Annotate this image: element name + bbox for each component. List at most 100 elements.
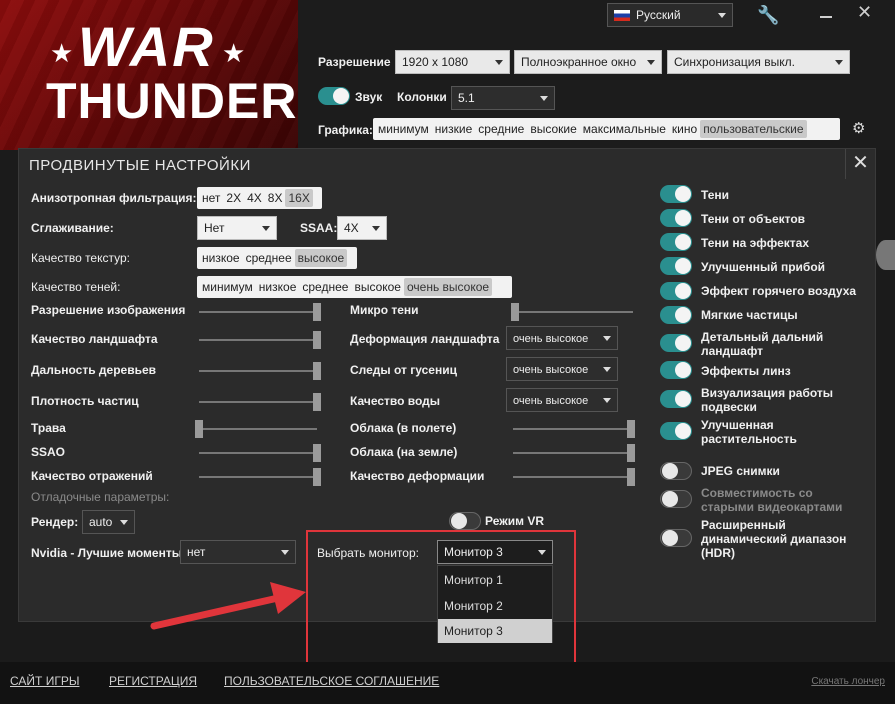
toggle-label: Визуализация работы подвески (701, 386, 834, 414)
shadow-high[interactable]: высокое (351, 278, 404, 296)
toggle-shadows[interactable] (660, 185, 692, 203)
toggle-detailed-terrain[interactable] (660, 334, 692, 352)
chevron-down-icon (603, 336, 611, 341)
preset-custom[interactable]: пользовательские (700, 120, 807, 138)
toggle-hdr[interactable] (660, 529, 692, 547)
user-agreement-link[interactable]: ПОЛЬЗОВАТЕЛЬСКОЕ СОГЛАШЕНИЕ (224, 674, 439, 688)
texture-medium[interactable]: среднее (243, 249, 295, 267)
particle-density-slider[interactable] (199, 393, 321, 411)
chevron-down-icon (835, 60, 843, 65)
download-launcher-link[interactable]: Скачать лончер (811, 676, 885, 687)
water-select[interactable]: очень высокое (506, 388, 618, 412)
preset-medium[interactable]: средние (475, 120, 527, 138)
game-logo-banner: ★ ★ WAR THUNDER (0, 0, 298, 150)
aniso-4x[interactable]: 4X (244, 189, 265, 207)
shadow-medium[interactable]: среднее (299, 278, 351, 296)
ssaa-label: SSAA: (300, 221, 338, 235)
close-icon[interactable]: ✕ (845, 149, 875, 179)
preset-high[interactable]: высокие (527, 120, 579, 138)
antialiasing-label: Сглаживание: (31, 221, 114, 235)
game-site-link[interactable]: САЙТ ИГРЫ (10, 674, 79, 688)
preset-low[interactable]: низкие (432, 120, 475, 138)
aniso-8x[interactable]: 8X (265, 189, 286, 207)
toggle-vegetation[interactable] (660, 422, 692, 440)
nvidia-highlights-select[interactable]: нет (180, 540, 296, 564)
sound-toggle[interactable] (318, 87, 350, 105)
toggle-label: Детальный дальний ландшафт (701, 330, 824, 358)
deformation-quality-slider[interactable] (513, 468, 635, 486)
aniso-2x[interactable]: 2X (223, 189, 244, 207)
slider-thumb[interactable] (627, 420, 635, 438)
terrain-deform-value: очень высокое (513, 333, 589, 345)
slider-thumb[interactable] (313, 444, 321, 462)
tree-distance-slider[interactable] (199, 362, 321, 380)
close-window-icon[interactable]: ✕ (857, 2, 872, 23)
language-value: Русский (636, 8, 681, 22)
resolution-select[interactable]: 1920 x 1080 (395, 50, 510, 74)
slider-thumb[interactable] (313, 362, 321, 380)
speakers-select[interactable]: 5.1 (451, 86, 555, 110)
texture-low[interactable]: низкое (199, 249, 243, 267)
tracks-select[interactable]: очень высокое (506, 357, 618, 381)
chevron-down-icon (718, 13, 726, 18)
ssao-slider[interactable] (199, 444, 321, 462)
window-mode-select[interactable]: Полноэкранное окно (514, 50, 662, 74)
toggle-improved-surf[interactable] (660, 257, 692, 275)
toggle-effect-shadows[interactable] (660, 233, 692, 251)
terrain-quality-slider[interactable] (199, 331, 321, 349)
toggle-label: Мягкие частицы (701, 308, 798, 322)
flag-icon (614, 10, 630, 22)
vsync-select[interactable]: Синхронизация выкл. (667, 50, 850, 74)
slider-thumb[interactable] (627, 468, 635, 486)
slider-thumb[interactable] (511, 303, 519, 321)
shadow-low[interactable]: низкое (256, 278, 300, 296)
toggle-object-shadows[interactable] (660, 209, 692, 227)
toggle-heat-haze[interactable] (660, 282, 692, 300)
preset-min[interactable]: минимум (375, 120, 432, 138)
slider-thumb[interactable] (313, 303, 321, 321)
toggle-suspension[interactable] (660, 390, 692, 408)
toggle-jpeg[interactable] (660, 462, 692, 480)
grass-slider[interactable] (195, 420, 317, 438)
star-icon: ★ (50, 38, 74, 68)
preset-movie[interactable]: кино (669, 120, 700, 138)
chevron-down-icon (262, 226, 270, 231)
aniso-none[interactable]: нет (199, 189, 223, 207)
highlight-box (306, 530, 576, 666)
language-select[interactable]: Русский (607, 3, 733, 27)
micro-shadows-slider[interactable] (511, 303, 633, 321)
resolution-scale-slider[interactable] (199, 303, 321, 321)
slider-thumb[interactable] (313, 331, 321, 349)
slider-thumb[interactable] (313, 468, 321, 486)
toggle-soft-particles[interactable] (660, 306, 692, 324)
slider-thumb[interactable] (627, 444, 635, 462)
annotation-arrow-icon (150, 582, 306, 630)
resolution-value: 1920 x 1080 (402, 55, 469, 69)
minimize-icon[interactable] (820, 16, 832, 18)
ssaa-select[interactable]: 4X (337, 216, 387, 240)
shadow-very-high[interactable]: очень высокое (403, 278, 493, 296)
toggle-knob (675, 283, 691, 299)
wrench-icon[interactable]: 🔧 (757, 5, 779, 25)
aniso-16x[interactable]: 16X (285, 189, 313, 207)
clouds-ground-slider[interactable] (513, 444, 635, 462)
preset-max[interactable]: максимальные (580, 120, 669, 138)
texture-high[interactable]: высокое (294, 249, 348, 267)
toggle-knob (675, 391, 691, 407)
slider-label: Плотность частиц (31, 394, 139, 408)
slider-label: Облака (в полете) (350, 421, 457, 435)
toggle-legacy-gpu[interactable] (660, 490, 692, 508)
shadow-min[interactable]: минимум (199, 278, 256, 296)
vr-mode-toggle[interactable] (449, 512, 481, 530)
reflections-slider[interactable] (199, 468, 321, 486)
gear-icon[interactable]: ⚙ (852, 119, 865, 137)
terrain-deform-select[interactable]: очень высокое (506, 326, 618, 350)
clouds-flight-slider[interactable] (513, 420, 635, 438)
antialiasing-select[interactable]: Нет (197, 216, 277, 240)
renderer-select[interactable]: auto (82, 510, 135, 534)
registration-link[interactable]: РЕГИСТРАЦИЯ (109, 674, 197, 688)
slider-thumb[interactable] (313, 393, 321, 411)
aniso-options: нет 2X 4X 8X 16X (197, 187, 322, 209)
slider-thumb[interactable] (195, 420, 203, 438)
toggle-lens-effects[interactable] (660, 361, 692, 379)
